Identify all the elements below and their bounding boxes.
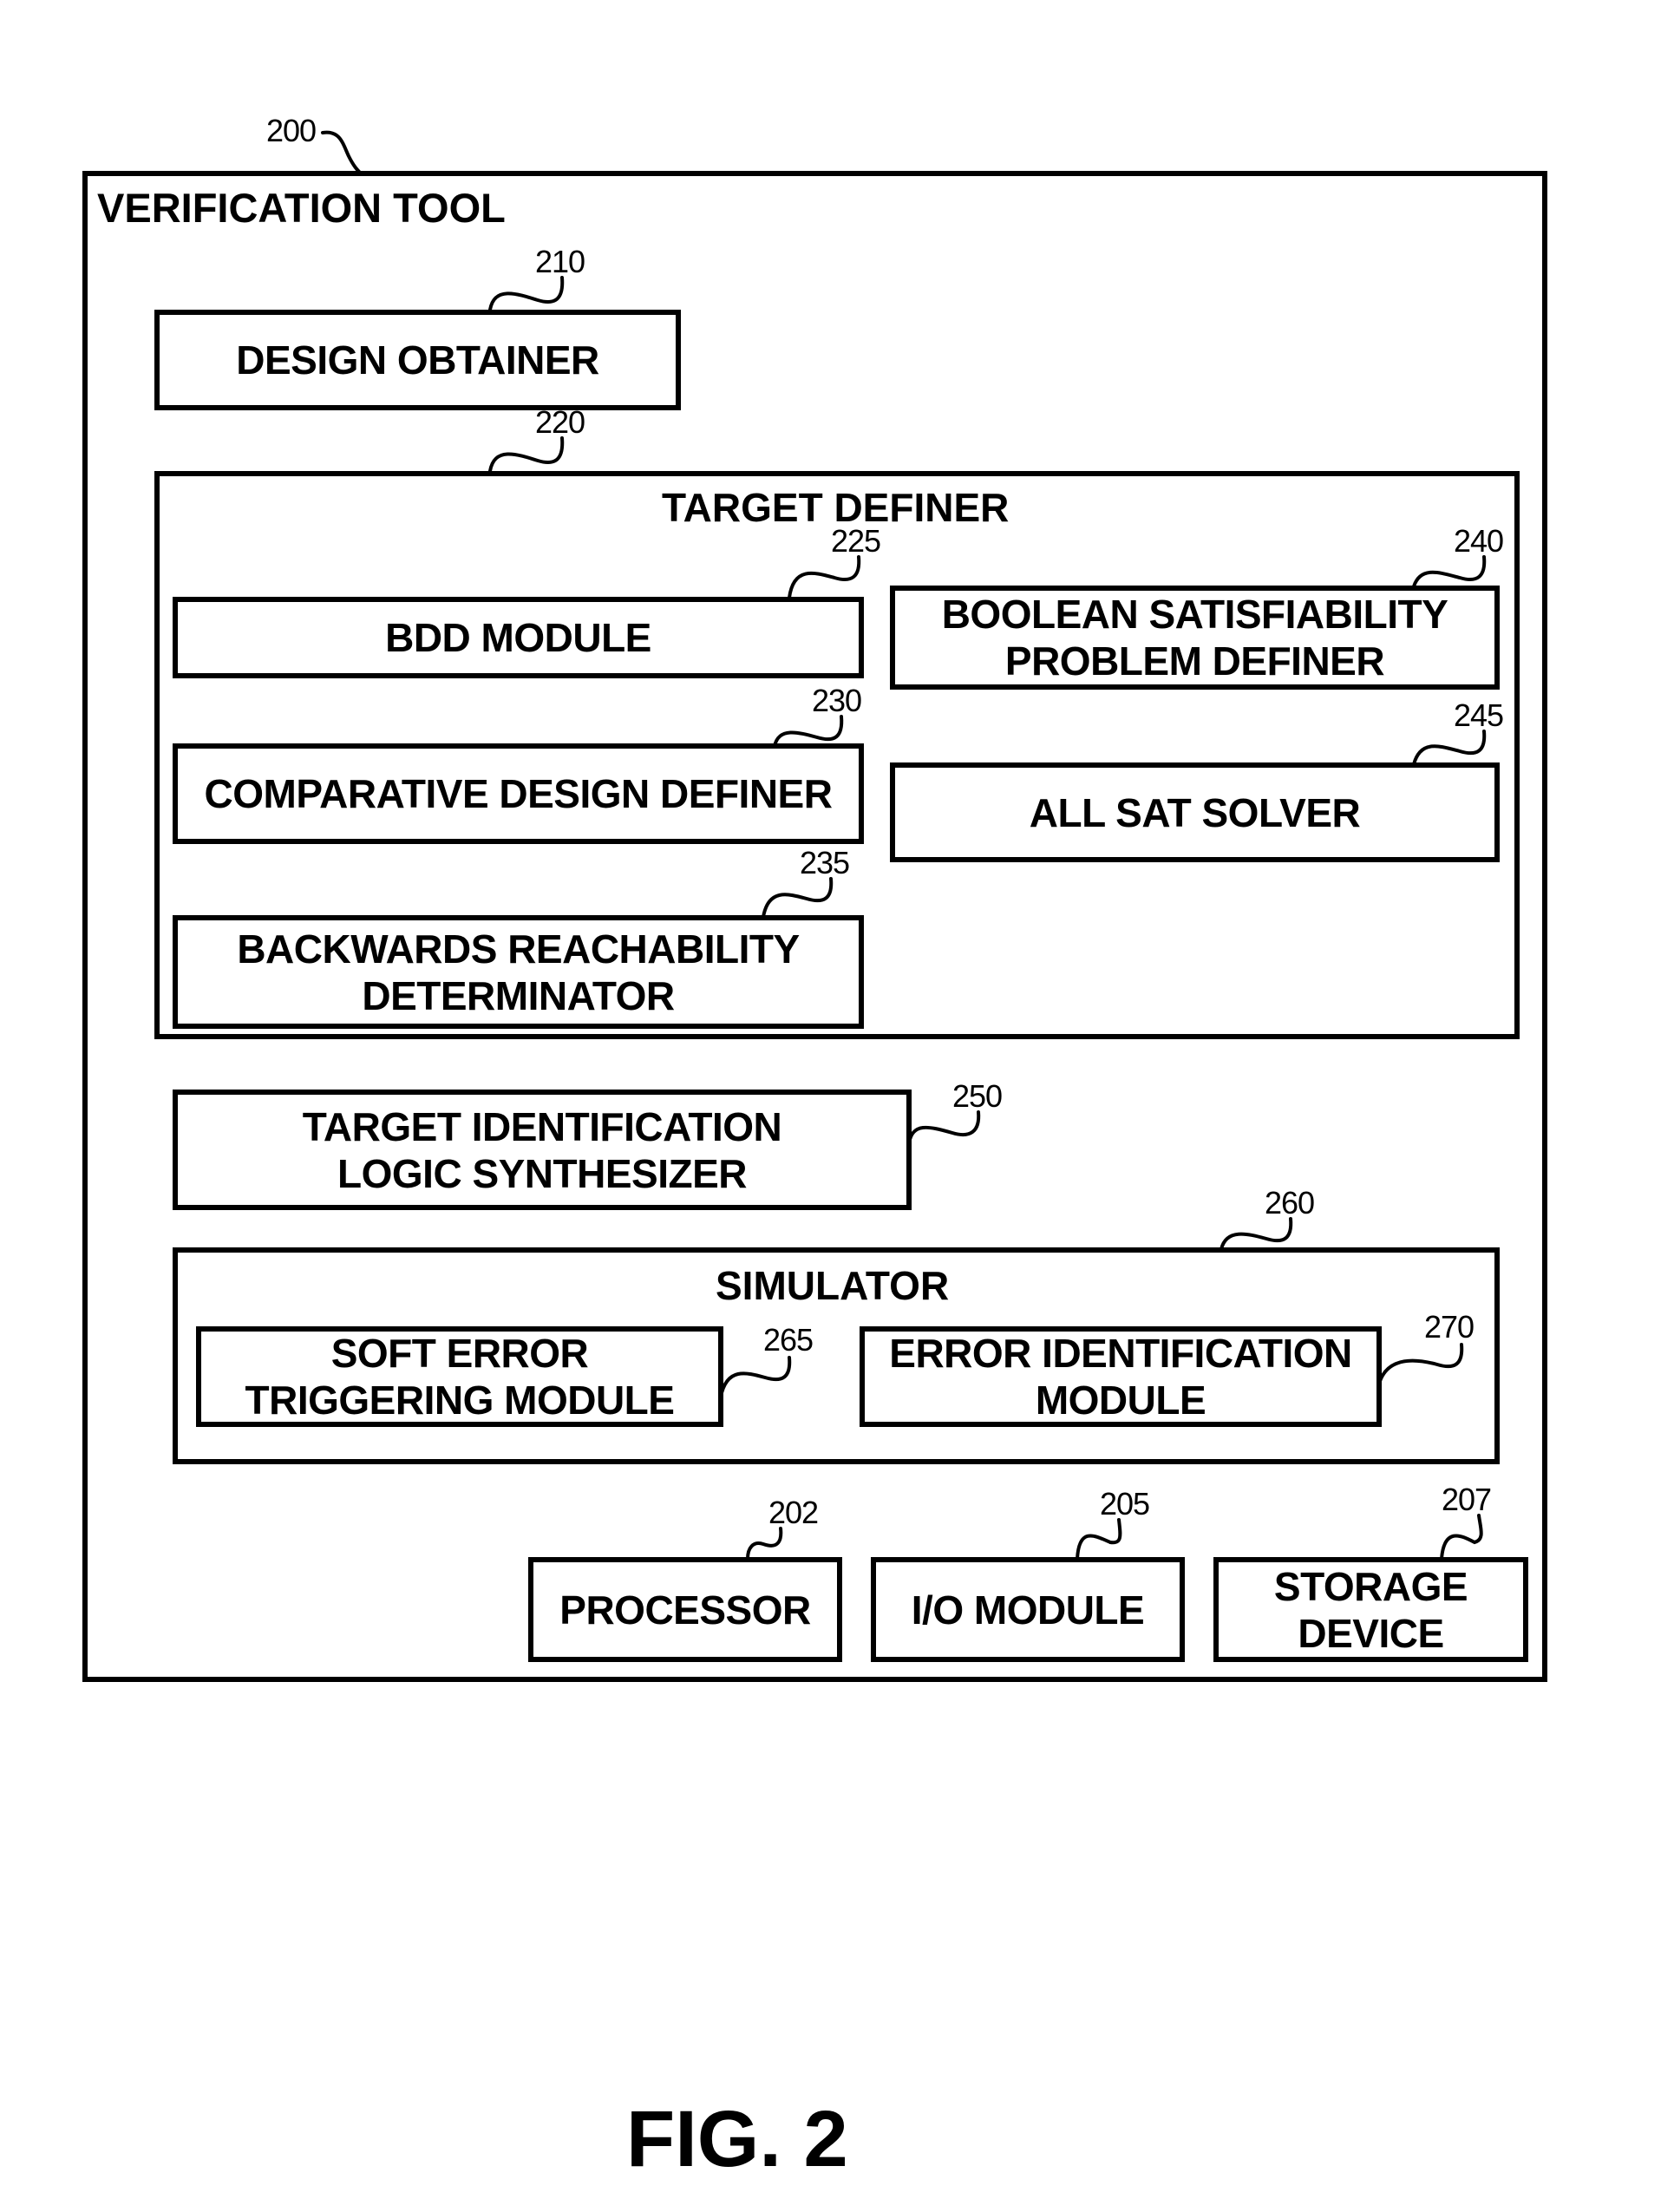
target-identification-box: TARGET IDENTIFICATION LOGIC SYNTHESIZER (173, 1090, 912, 1210)
figure-caption: FIG. 2 (626, 2095, 848, 2183)
design-obtainer-label: DESIGN OBTAINER (236, 337, 599, 383)
bdd-module-box: BDD MODULE (173, 597, 864, 678)
backwards-reachability-box: BACKWARDS REACHABILITY DETERMINATOR (173, 915, 864, 1029)
all-sat-solver-box: ALL SAT SOLVER (890, 762, 1500, 862)
io-module-label: I/O MODULE (911, 1587, 1145, 1633)
storage-device-box: STORAGE DEVICE (1213, 1557, 1528, 1662)
bdd-module-label: BDD MODULE (385, 615, 651, 660)
verification-tool-title: VERIFICATION TOOL (97, 185, 506, 231)
soft-error-triggering-label: SOFT ERROR TRIGGERING MODULE (245, 1331, 675, 1423)
backwards-reachability-label: BACKWARDS REACHABILITY DETERMINATOR (237, 926, 800, 1018)
storage-device-label: STORAGE DEVICE (1273, 1563, 1468, 1656)
io-module-box: I/O MODULE (871, 1557, 1185, 1662)
design-obtainer-box: DESIGN OBTAINER (154, 310, 681, 410)
boolean-sat-problem-definer-box: BOOLEAN SATISFIABILITY PROBLEM DEFINER (890, 586, 1500, 690)
all-sat-solver-label: ALL SAT SOLVER (1029, 789, 1361, 835)
simulator-title: SIMULATOR (716, 1263, 950, 1308)
processor-label: PROCESSOR (559, 1587, 811, 1633)
target-identification-label: TARGET IDENTIFICATION LOGIC SYNTHESIZER (302, 1103, 782, 1196)
processor-box: PROCESSOR (528, 1557, 842, 1662)
boolean-sat-problem-definer-label: BOOLEAN SATISFIABILITY PROBLEM DEFINER (941, 592, 1448, 684)
comparative-design-definer-box: COMPARATIVE DESIGN DEFINER (173, 743, 864, 844)
comparative-design-definer-label: COMPARATIVE DESIGN DEFINER (204, 771, 833, 816)
target-definer-title: TARGET DEFINER (662, 485, 1010, 530)
soft-error-triggering-box: SOFT ERROR TRIGGERING MODULE (196, 1326, 723, 1427)
ref-200: 200 (266, 113, 317, 148)
patent-figure: 200 210 220 225 230 235 240 245 250 260 … (0, 0, 1674, 2212)
leader-200 (321, 130, 363, 175)
error-identification-label: ERROR IDENTIFICATION MODULE (889, 1331, 1352, 1423)
error-identification-box: ERROR IDENTIFICATION MODULE (860, 1326, 1382, 1427)
